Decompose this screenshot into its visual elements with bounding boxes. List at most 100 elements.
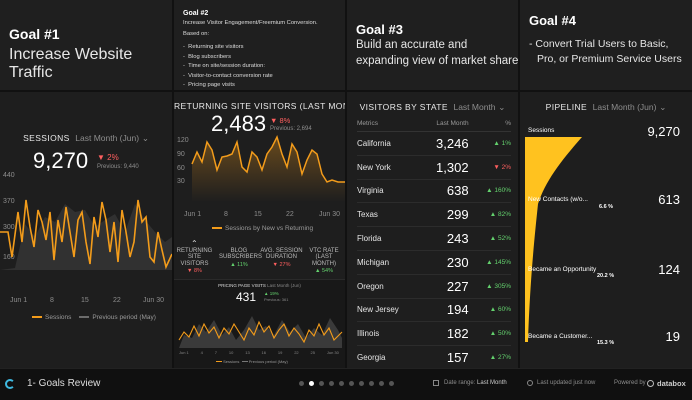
goal-2-title: Goal #2 bbox=[183, 10, 209, 17]
date-range[interactable]: Date range: Last Month bbox=[444, 380, 507, 386]
page-dot[interactable] bbox=[359, 381, 364, 386]
legend-current-swatch bbox=[32, 316, 42, 319]
pricing-visits-tile[interactable]: PRICING PAGE VISITS Last Month (Jun) 431… bbox=[174, 279, 345, 368]
state-value: 227 bbox=[418, 274, 475, 299]
metric-tab[interactable]: VTC RATE (LAST MONTH) ▲ 54% bbox=[303, 248, 345, 275]
goal-2-item: - Returning site visitors bbox=[183, 44, 244, 50]
pipeline-tile[interactable]: PIPELINE Last Month (Jun) ⌄ Sessions 9,2… bbox=[520, 92, 692, 368]
page-dot[interactable] bbox=[329, 381, 334, 386]
state-change: ▲ 52% bbox=[474, 226, 511, 251]
pricing-x-tick: 25 bbox=[310, 350, 315, 355]
state-name: Oregon bbox=[357, 274, 419, 299]
state-table: Metrics Last Month % California 3,246 ▲ 1%… bbox=[357, 118, 511, 370]
sessions-x-tick: 8 bbox=[50, 297, 54, 304]
date-range-value: Last Month bbox=[477, 380, 507, 386]
metric-tab-label: BLOG SUBSCRIBERS bbox=[219, 248, 263, 261]
state-value: 243 bbox=[418, 226, 475, 251]
returning-x-tick: 8 bbox=[224, 211, 228, 218]
metric-tab[interactable]: BLOG SUBSCRIBERS ▲ 11% bbox=[219, 248, 263, 268]
legend-swatch bbox=[212, 227, 222, 230]
page-dot[interactable] bbox=[319, 381, 324, 386]
pricing-x-tick: 22 bbox=[294, 350, 299, 355]
page-dot[interactable] bbox=[339, 381, 344, 386]
chevron-up-icon[interactable]: ⌃ bbox=[191, 239, 198, 248]
page-dot[interactable] bbox=[369, 381, 374, 386]
state-name: Illinois bbox=[357, 321, 419, 347]
metric-tab-change: ▼ 27% bbox=[272, 261, 291, 268]
goal-2-item: - Time on site/session duration: bbox=[183, 63, 265, 69]
page-dot[interactable] bbox=[389, 381, 394, 386]
state-name: Georgia bbox=[357, 345, 419, 370]
returning-chart[interactable] bbox=[174, 92, 345, 212]
metric-tab[interactable]: AVG. SESSION DURATION ▼ 27% bbox=[259, 248, 304, 268]
page-dot[interactable] bbox=[379, 381, 384, 386]
pipeline-stage-label: Sessions bbox=[528, 127, 555, 134]
state-range[interactable]: Last Month bbox=[453, 102, 495, 112]
state-value: 638 bbox=[418, 179, 475, 204]
pipeline-stage-pct: 15.3 % bbox=[595, 339, 617, 347]
pipeline-stage-value: 613 bbox=[658, 192, 680, 207]
legend-current-label: Sessions bbox=[223, 359, 240, 364]
returning-x-tick: 22 bbox=[286, 211, 294, 218]
footer-bar: 1- Goals Review Date range: Last Month L… bbox=[0, 368, 692, 400]
pipeline-stage-pct: 20.2 % bbox=[595, 272, 617, 280]
goal-3-line-1: Build an accurate and bbox=[356, 39, 468, 51]
metric-tab-label: VTC RATE (LAST MONTH) bbox=[309, 248, 339, 267]
state-change: ▲ 1% bbox=[474, 131, 511, 156]
table-row: Illinois 182 ▲ 50% bbox=[357, 321, 511, 347]
legend-previous-swatch bbox=[241, 361, 248, 363]
state-value: 157 bbox=[418, 345, 475, 370]
pipeline-stage-pct: 6.6 % bbox=[597, 203, 616, 211]
table-row: Georgia 157 ▲ 27% bbox=[357, 345, 511, 370]
sessions-chart[interactable] bbox=[0, 92, 172, 368]
state-table-header: Metrics Last Month % bbox=[357, 118, 511, 132]
legend-previous-swatch bbox=[79, 316, 90, 319]
sessions-tile[interactable]: SESSIONS Last Month (Jun) ⌄ 9,270 ▼ 2% P… bbox=[0, 92, 172, 368]
powered-by: Powered by bbox=[614, 380, 646, 386]
metric-tab-change: ▼ 8% bbox=[187, 267, 202, 274]
sessions-x-tick: Jun 30 bbox=[143, 297, 165, 304]
returning-x-tick: Jun 30 bbox=[319, 211, 341, 218]
table-row: New Jersey 194 ▲ 60% bbox=[357, 298, 511, 323]
state-name: Florida bbox=[357, 226, 419, 251]
sessions-x-tick: 15 bbox=[81, 297, 89, 304]
page-dot[interactable] bbox=[299, 381, 304, 386]
table-row: New York 1,302 ▼ 2% bbox=[357, 155, 511, 180]
sessions-x-tick: Jun 1 bbox=[10, 297, 28, 304]
state-change: ▲ 145% bbox=[474, 250, 511, 275]
legend-current-swatch bbox=[216, 361, 222, 363]
sessions-legend: Sessions Previous period (May) bbox=[32, 314, 156, 321]
brand-name: databox bbox=[657, 379, 686, 388]
funnel-shape bbox=[525, 137, 582, 342]
state-title: VISITORS BY STATE bbox=[359, 102, 448, 112]
dashboard-name[interactable]: 1- Goals Review bbox=[27, 378, 100, 389]
page-dot[interactable] bbox=[349, 381, 354, 386]
goal-4-line-1: - Convert Trial Users to Basic, bbox=[529, 38, 669, 50]
state-change: ▲ 50% bbox=[474, 321, 511, 347]
pricing-x-tick: Jun 30 bbox=[326, 350, 339, 355]
state-change: ▼ 2% bbox=[474, 155, 511, 180]
table-row: Texas 299 ▲ 82% bbox=[357, 202, 511, 228]
pricing-x-tick: Jun 1 bbox=[179, 350, 189, 355]
state-value: 1,302 bbox=[418, 155, 475, 180]
legend-previous-label: Previous period (May) bbox=[248, 359, 288, 364]
goal-3-line-2: expanding view of market share bbox=[356, 55, 518, 67]
dashboard-grid: Goal #1 Increase Website Traffic Goal #2… bbox=[0, 0, 692, 370]
chevron-down-icon[interactable]: ⌄ bbox=[498, 102, 505, 112]
pricing-x-tick: 10 bbox=[228, 350, 234, 355]
databox-brand-icon bbox=[647, 380, 654, 387]
metric-tab-change: ▲ 11% bbox=[230, 261, 248, 268]
state-change: ▲ 160% bbox=[474, 179, 511, 204]
returning-legend: Sessions by New vs Returning bbox=[212, 225, 313, 232]
state-header: VISITORS BY STATE Last Month ⌄ bbox=[347, 102, 518, 113]
goal-4-tile: Goal #4 - Convert Trial Users to Basic, … bbox=[520, 0, 692, 90]
table-row: Virginia 638 ▲ 160% bbox=[357, 179, 511, 204]
pipeline-stage-label: New Contacts (w/o... bbox=[528, 196, 588, 203]
databox-logo-icon[interactable] bbox=[5, 379, 15, 389]
state-change: ▲ 27% bbox=[474, 345, 511, 370]
table-row: California 3,246 ▲ 1% bbox=[357, 131, 511, 156]
page-dot[interactable] bbox=[309, 381, 314, 386]
metric-tab[interactable]: RETURNING SITE VISITORS ▼ 8% bbox=[174, 248, 215, 275]
state-change: ▲ 305% bbox=[474, 274, 511, 299]
goal-1-tile: Goal #1 Increase Website Traffic bbox=[0, 0, 172, 90]
